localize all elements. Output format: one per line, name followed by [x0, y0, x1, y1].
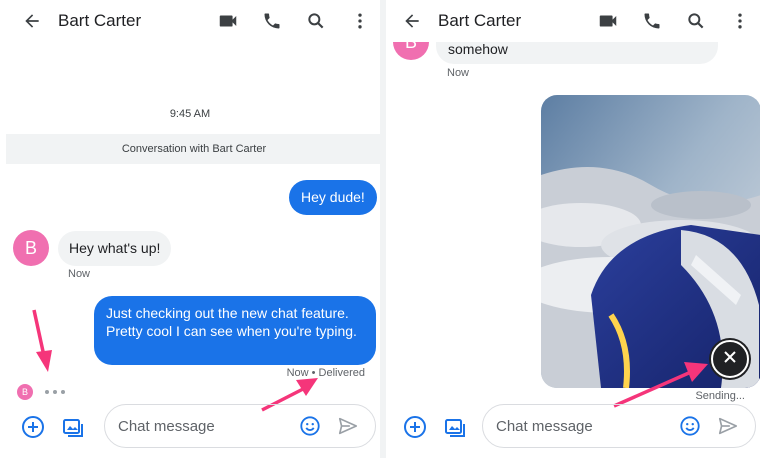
send-icon[interactable]: [715, 413, 741, 439]
conversation-label: Conversation with Bart Carter: [121, 143, 267, 155]
left-screen: Bart Carter 9:45 AM Conversation with Ba…: [0, 0, 380, 458]
message-outgoing[interactable]: Hey dude!: [289, 180, 377, 215]
compose-bar: Chat message: [0, 402, 380, 452]
message-text: Hey dude!: [301, 189, 365, 205]
message-text: Just checking out the new chat feature. …: [106, 305, 357, 339]
message-incoming[interactable]: Hey what's up!: [58, 231, 172, 266]
app-bar: Bart Carter: [386, 0, 760, 42]
search-icon[interactable]: [304, 9, 328, 33]
close-icon: [723, 350, 737, 369]
phone-icon[interactable]: [260, 9, 284, 33]
message-text: somehow: [448, 41, 508, 57]
conversation-banner: Conversation with Bart Carter: [6, 134, 380, 164]
compose-bar: Chat message: [386, 402, 760, 452]
cancel-send-button[interactable]: [711, 340, 749, 378]
typing-avatar: B: [17, 384, 33, 400]
right-screen: B somehow Now Bart Carter: [380, 0, 760, 458]
avatar[interactable]: B: [13, 230, 49, 266]
gallery-icon[interactable]: [60, 414, 86, 440]
gallery-icon[interactable]: [442, 414, 468, 440]
send-icon[interactable]: [335, 413, 361, 439]
message-text: Hey what's up!: [69, 240, 161, 256]
message-status: Now: [447, 67, 470, 79]
video-call-icon[interactable]: [216, 9, 240, 33]
video-call-icon[interactable]: [596, 9, 620, 33]
emoji-icon[interactable]: [297, 413, 323, 439]
contact-name: Bart Carter: [438, 11, 522, 30]
chat-message-input[interactable]: Chat message: [104, 404, 376, 448]
typing-indicator: [45, 390, 65, 394]
message-status: Now • Delivered: [286, 367, 365, 379]
conversation-timestamp: 9:45 AM: [169, 108, 211, 120]
phone-icon[interactable]: [640, 9, 664, 33]
emoji-icon[interactable]: [677, 413, 703, 439]
more-vert-icon[interactable]: [348, 9, 372, 33]
add-circle-icon[interactable]: [402, 414, 428, 440]
chat-message-input[interactable]: Chat message: [482, 404, 756, 448]
add-circle-icon[interactable]: [20, 414, 46, 440]
contact-name: Bart Carter: [58, 11, 142, 30]
message-outgoing[interactable]: Just checking out the new chat feature. …: [94, 296, 376, 365]
sending-status: Sending...: [695, 390, 745, 402]
message-status: Now: [68, 268, 91, 280]
search-icon[interactable]: [684, 9, 708, 33]
back-arrow-icon[interactable]: [400, 9, 424, 33]
app-bar: Bart Carter: [0, 0, 380, 42]
chat-message-placeholder: Chat message: [118, 417, 215, 435]
more-vert-icon[interactable]: [728, 9, 752, 33]
chat-message-placeholder: Chat message: [496, 417, 593, 435]
back-arrow-icon[interactable]: [20, 9, 44, 33]
